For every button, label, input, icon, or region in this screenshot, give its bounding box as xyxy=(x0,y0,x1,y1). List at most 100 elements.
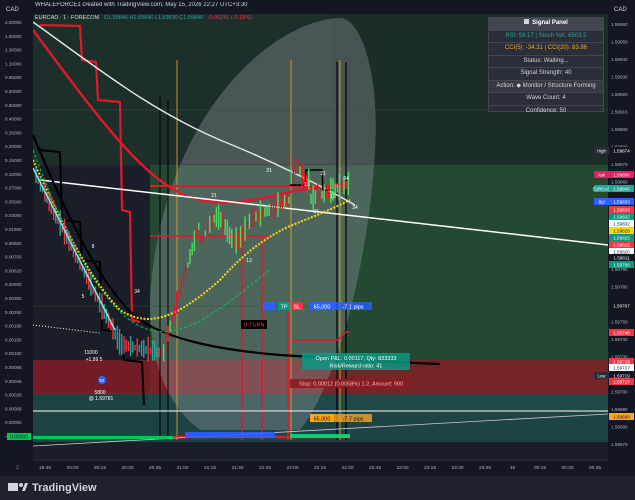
signal-panel: Signal Panel RSI: 59.17 | Stoch %K: 6503… xyxy=(488,17,604,114)
left-axis-tick: 0.00009 xyxy=(5,406,22,411)
wave-label: 13 xyxy=(330,194,336,200)
left-axis-tick: 2.00000 xyxy=(5,20,22,25)
time-axis-tick: 22:00 xyxy=(286,465,298,471)
time-axis-tick: 21:15 xyxy=(204,465,216,471)
symbol-legend[interactable]: EURCAD · 1 · FORECOM O1.59846 H1.59846 L… xyxy=(35,15,252,21)
time-axis-tick: 00:15 xyxy=(534,465,546,471)
left-axis-tick: 0.00066 xyxy=(5,365,22,370)
right-axis-tick: 1.59690 xyxy=(611,407,628,412)
wave-label: 34 xyxy=(352,205,358,211)
right-axis-tick: 1.59900 xyxy=(611,127,628,132)
right-axis-tick: 1.59960 xyxy=(611,22,628,27)
level-badge-14-value: 1.59717 xyxy=(613,380,630,385)
left-axis-tick: 0.00850 xyxy=(5,241,22,246)
left-axis-tick: 0.80000 xyxy=(5,89,22,94)
right-axis-tick: 1.59670 xyxy=(611,442,628,447)
level-badge-3-value: 1.59832 xyxy=(613,222,630,227)
wave-label: 13 xyxy=(304,182,310,188)
level-badge-12: 1.59729 xyxy=(609,358,634,365)
level-badge-7-value: 1.59820 xyxy=(613,250,630,255)
right-axis-tick: 1.59700 xyxy=(611,390,628,395)
ask-badge-value: 1.59856 xyxy=(613,173,630,178)
open-pl-label: Open P&L: 0.00117, Qty: 833333 xyxy=(316,356,397,362)
level-badge-9-value: 1.59798 xyxy=(613,263,630,268)
wave-label: 21 xyxy=(266,168,272,174)
bottom-qty-label: 65,000 xyxy=(314,417,331,423)
signal-action-row: Action: ◆ Monitor / Structure Forming xyxy=(489,80,603,93)
time-axis-tick: 23:15 xyxy=(424,465,436,471)
right-axis-tick: 1.59780 xyxy=(611,285,628,290)
bid-badge: Bid 1.59833 xyxy=(594,198,634,205)
ask-badge: Ask 1.59856 xyxy=(594,171,634,178)
chart-header: WHALEFORCE1 created with TradingView.com… xyxy=(0,2,635,14)
right-axis-tick: 1.59860 xyxy=(611,180,628,185)
ask-badge-tag: Ask xyxy=(598,173,606,178)
signal-rsi-row: RSI: 59.17 | Stoch %K: 6503.5 xyxy=(489,31,603,43)
high-badge-tag: High xyxy=(597,149,606,154)
tradingview-brand: TradingView xyxy=(32,482,97,494)
left-axis-tick: 0.07000 xyxy=(5,186,22,191)
left-axis-tick: 1.10000 xyxy=(5,61,22,66)
right-axis-tick: 1.59930 xyxy=(611,75,628,80)
left-axis-tick: 0.40000 xyxy=(5,117,22,122)
level-badge-2-value: 1.59832 xyxy=(613,215,630,220)
wave-label: 34 xyxy=(134,289,140,295)
level-badge-6: 1.59822 xyxy=(609,241,634,248)
level-badge-9: 1.59798 xyxy=(609,261,634,268)
blue-marker-box[interactable] xyxy=(263,302,275,310)
left-axis-tick: 0.60000 xyxy=(5,103,22,108)
wave-label: 34 xyxy=(343,176,349,182)
level-badge-3: 1.59832 xyxy=(609,220,634,227)
bottom-pips-label: -7.7 pips xyxy=(342,417,363,423)
left-axis-tick: 0.26000 xyxy=(5,130,22,135)
low-badge-value: 1.59719 xyxy=(613,374,630,379)
left-axis-tick: 0.03000 xyxy=(5,213,22,218)
time-axis-tick: 19:45 xyxy=(39,465,51,471)
level-badge-5-value: 1.59825 xyxy=(613,236,630,241)
signal-wave-row: Wave Count: 4 xyxy=(489,93,603,106)
left-axis-tick: 1.30000 xyxy=(5,48,22,53)
left-axis-tick: 0.00046 xyxy=(5,379,22,384)
eurcad-badge-tag: EURCAD xyxy=(593,187,611,192)
sl-label: SL xyxy=(294,305,301,311)
time-axis-left-label: 2 xyxy=(16,465,19,471)
tradingview-logo-dot xyxy=(19,483,23,487)
eurcad-badge-value: 1.59846 xyxy=(613,187,630,192)
time-axis-tick: 23:45 xyxy=(479,465,491,471)
left-axis-tick: 0.95000 xyxy=(5,75,22,80)
left-axis-tick: 0.00190 xyxy=(5,324,22,329)
left-axis-tick: 0.05000 xyxy=(5,199,22,204)
bid-badge-value: 1.59833 xyxy=(613,200,630,205)
watermark-text: WHALEFORCE1 created with TradingView.com… xyxy=(35,2,248,8)
signal-grid-icon xyxy=(524,19,530,24)
signal-confidence-row: Confidence: 50 xyxy=(525,107,567,114)
level-badge-11-value: 1.59748 xyxy=(613,331,630,336)
level-badge-11: 1.59748 xyxy=(609,329,634,336)
level-badge-15-value: 1.59690 xyxy=(613,415,630,420)
left-axis-tick: 0.00250 xyxy=(5,310,22,315)
time-axis-tick: 21:45 xyxy=(259,465,271,471)
stop-label: Stop: 0.00012 (0.0058%) 1.2, Amount: 900 xyxy=(299,382,403,388)
level-badge-7: 1.59820 xyxy=(609,248,634,255)
level-badge-8-value: 1.59811 xyxy=(613,256,630,261)
low-badge: Low 1.59719 xyxy=(594,372,634,379)
level-badge-10-value: 1.59767 xyxy=(613,304,630,309)
time-axis-tick: 22:30 xyxy=(341,465,353,471)
right-axis-tick: 1.59870 xyxy=(611,162,628,167)
pips-label: -7.1 pips xyxy=(342,305,363,311)
time-axis-tick: 20:30 xyxy=(121,465,133,471)
left-axis-tick: 0.00350 xyxy=(5,296,22,301)
level-badge-1-value: 1.59833 xyxy=(613,208,630,213)
qty-label: 65,000 xyxy=(314,305,331,311)
left-axis-tick: 0.00150 xyxy=(5,337,22,342)
time-axis-tick: 21:30 xyxy=(231,465,243,471)
right-axis-tick: 1.59680 xyxy=(611,425,628,430)
time-axis-tick: 00:45 xyxy=(589,465,601,471)
low-badge-tag: Low xyxy=(598,374,607,379)
wave-label: 21 xyxy=(320,171,326,177)
wave-label: 8 xyxy=(92,244,95,250)
level-badge-6-value: 1.59822 xyxy=(613,243,630,248)
left-axis-tick: 0.00100 xyxy=(5,351,22,356)
high-badge: High 1.59874 xyxy=(594,147,634,154)
change-label: -0.00241 (-0.15%) xyxy=(207,15,252,21)
